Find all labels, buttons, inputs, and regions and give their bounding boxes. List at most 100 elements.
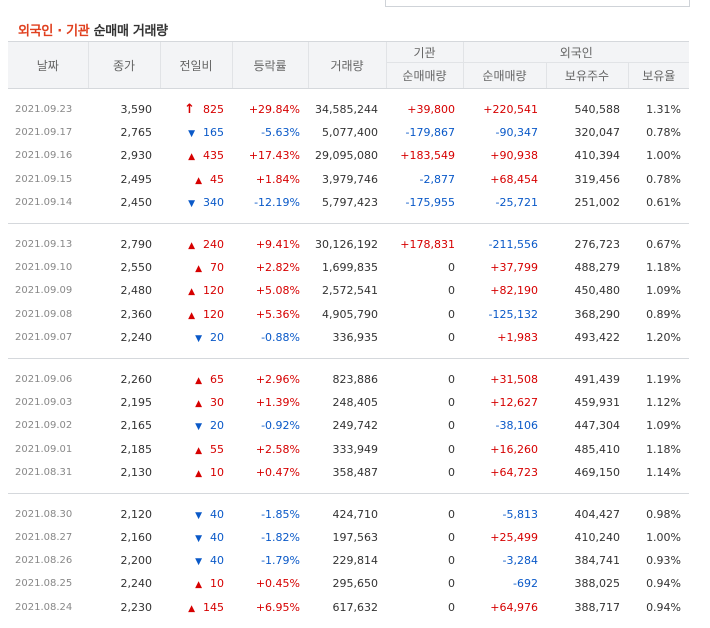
row-change-value: 120	[203, 307, 224, 321]
row-inst-net: 0	[448, 554, 455, 568]
row-change-value: 165	[203, 126, 224, 140]
row-inst-net: 0	[448, 261, 455, 275]
row-volume: 3,979,746	[322, 172, 378, 186]
triangle-down-icon: ▼	[195, 510, 202, 521]
row-change: ▲ 70	[160, 256, 232, 279]
row-change: ▲ 65	[160, 368, 232, 391]
row-foreign-ratio: 0.78%	[646, 126, 682, 140]
row-date: 2021.09.03	[15, 397, 73, 409]
row-inst-net: +39,800	[407, 103, 455, 117]
row-inst-net: 0	[448, 330, 455, 344]
row-rate: +1.39%	[255, 396, 300, 410]
row-foreign-hold: 404,427	[574, 507, 621, 521]
row-change: ▲ 435	[160, 144, 232, 167]
triangle-up-icon: ▲	[188, 603, 195, 614]
row-close: 2,765	[120, 126, 153, 140]
row-change-value: 20	[210, 330, 224, 344]
row-inst-net: -179,867	[405, 126, 455, 140]
row-inst-net: 0	[448, 372, 455, 386]
triangle-up-icon: ▲	[188, 241, 195, 252]
row-foreign-hold: 388,025	[574, 577, 621, 591]
row-close: 2,450	[120, 195, 153, 209]
row-date: 2021.09.15	[15, 173, 73, 185]
table-row: 2021.09.13 2,790 ▲ 240 +9.41% 30,126,192 +178,…	[8, 233, 689, 256]
row-change: ▼ 165	[160, 121, 232, 144]
row-rate: -5.63%	[261, 126, 300, 140]
row-rate: +0.47%	[255, 465, 300, 479]
row-change: ▼ 40	[160, 526, 232, 549]
row-volume: 30,126,192	[315, 238, 378, 252]
row-foreign-ratio: 0.94%	[646, 600, 682, 614]
table-row: 2021.08.27 2,160 ▼ 40 -1.82% 197,563 0 +25,499 4…	[8, 526, 689, 549]
row-rate: +9.41%	[255, 238, 300, 252]
triangle-up-icon: ▲	[188, 152, 195, 163]
row-inst-net: +183,549	[400, 149, 455, 163]
row-change-value: 30	[210, 396, 224, 410]
row-foreign-net: +12,627	[490, 396, 538, 410]
row-change-value: 10	[210, 577, 224, 591]
triangle-up-icon: ▲	[195, 399, 202, 410]
row-date: 2021.09.02	[15, 420, 73, 432]
row-foreign-hold: 450,480	[574, 284, 621, 298]
col-rate: 등락률	[231, 41, 308, 89]
row-foreign-hold: 491,439	[574, 372, 621, 386]
row-inst-net: +178,831	[400, 238, 455, 252]
row-foreign-net: -5,813	[502, 507, 538, 521]
row-foreign-ratio: 0.67%	[646, 238, 682, 252]
row-foreign-net: -90,347	[495, 126, 538, 140]
row-foreign-ratio: 1.12%	[646, 396, 682, 410]
row-change: ▼ 40	[160, 503, 232, 526]
row-foreign-net: +16,260	[490, 442, 538, 456]
row-rate: +5.08%	[255, 284, 300, 298]
triangle-down-icon: ▼	[195, 333, 202, 344]
row-foreign-hold: 459,931	[574, 396, 621, 410]
row-date: 2021.08.30	[15, 508, 73, 520]
row-change: ▲ 30	[160, 391, 232, 414]
row-close: 2,495	[120, 172, 153, 186]
row-volume: 358,487	[332, 465, 379, 479]
search-box-edge	[385, 0, 690, 7]
row-foreign-ratio: 1.00%	[646, 531, 682, 545]
row-volume: 617,632	[332, 600, 379, 614]
row-foreign-net: +1,983	[497, 330, 538, 344]
row-foreign-net: +220,541	[483, 103, 538, 117]
triangle-down-icon: ▼	[188, 129, 195, 140]
row-close: 2,230	[120, 600, 153, 614]
row-date: 2021.09.16	[15, 150, 73, 162]
row-foreign-ratio: 0.61%	[646, 195, 682, 209]
table-row: 2021.09.06 2,260 ▲ 65 +2.96% 823,886 0 +31,508 4…	[8, 368, 689, 391]
row-foreign-hold: 493,422	[574, 330, 621, 344]
row-rate: -12.19%	[254, 195, 300, 209]
table-row: 2021.09.15 2,495 ▲ 45 +1.84% 3,979,746 -2,877 +…	[8, 168, 689, 191]
row-foreign-net: -38,106	[495, 419, 538, 433]
row-rate: +5.36%	[255, 307, 300, 321]
col-inst-net: 순매매량	[385, 62, 463, 89]
row-foreign-ratio: 1.09%	[646, 284, 682, 298]
row-date: 2021.09.08	[15, 308, 73, 320]
row-volume: 295,650	[332, 577, 379, 591]
row-close: 2,930	[120, 149, 153, 163]
table-row: 2021.09.03 2,195 ▲ 30 +1.39% 248,405 0 +12,627 4…	[8, 391, 689, 414]
row-inst-net: 0	[448, 284, 455, 298]
row-date: 2021.09.09	[15, 285, 73, 297]
row-foreign-net: +25,499	[490, 531, 538, 545]
row-foreign-ratio: 0.89%	[646, 307, 682, 321]
row-foreign-hold: 488,279	[574, 261, 621, 275]
row-rate: +1.84%	[255, 172, 300, 186]
row-foreign-ratio: 1.18%	[646, 261, 682, 275]
row-close: 2,240	[120, 330, 153, 344]
row-change-value: 340	[203, 195, 224, 209]
row-foreign-ratio: 0.93%	[646, 554, 682, 568]
triangle-up-icon: ▲	[188, 310, 195, 321]
row-inst-net: 0	[448, 600, 455, 614]
table-row: 2021.09.23 3,590 ↑ 825 +29.84% 34,585,244 +39,…	[8, 98, 689, 121]
arrow-up-icon: ↑	[184, 102, 195, 118]
table-row: 2021.08.26 2,200 ▼ 40 -1.79% 229,814 0 -3,284 38…	[8, 549, 689, 572]
row-rate: -0.88%	[261, 330, 300, 344]
row-foreign-net: -125,132	[488, 307, 538, 321]
row-rate: +17.43%	[248, 149, 300, 163]
row-inst-net: 0	[448, 396, 455, 410]
row-rate: +29.84%	[248, 103, 300, 117]
triangle-up-icon: ▲	[195, 445, 202, 456]
table-row: 2021.09.09 2,480 ▲ 120 +5.08% 2,572,541 0 +82,1…	[8, 279, 689, 302]
